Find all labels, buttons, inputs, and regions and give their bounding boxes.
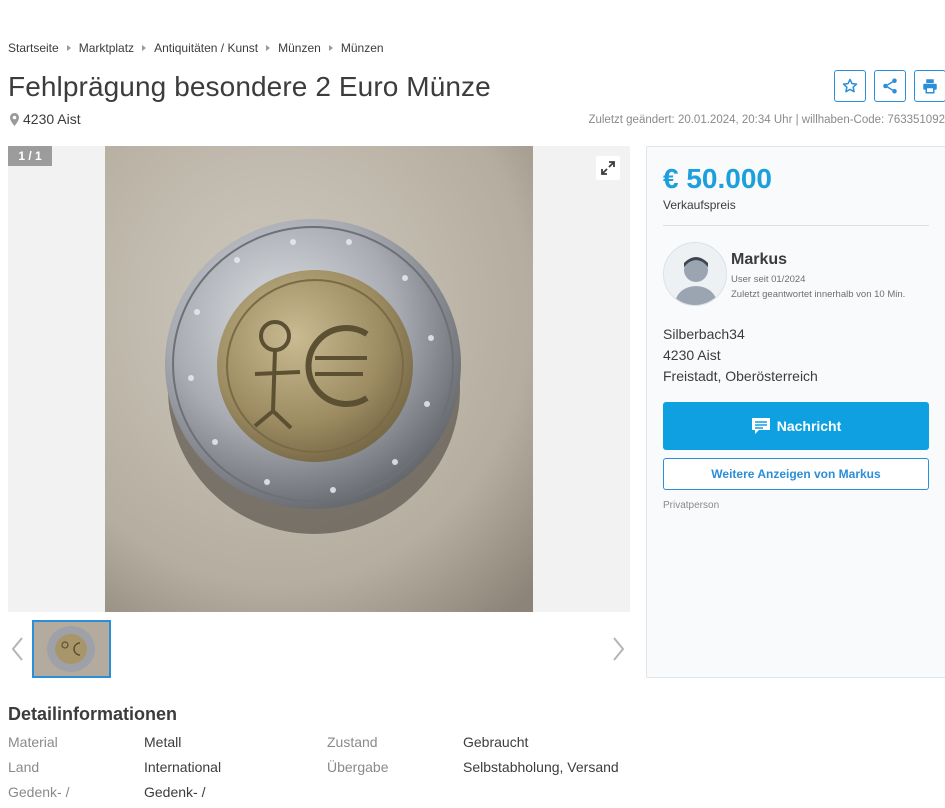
seller-name[interactable]: Markus bbox=[731, 251, 787, 269]
star-icon bbox=[842, 78, 858, 93]
chevron-right-icon bbox=[613, 637, 625, 661]
breadcrumb-startseite[interactable]: Startseite bbox=[8, 41, 59, 55]
address-city: 4230 Aist bbox=[663, 347, 721, 363]
detail-row: Material Metall Zustand Gebraucht bbox=[8, 734, 648, 756]
location: 4230 Aist bbox=[10, 111, 81, 127]
details-heading: Detailinformationen bbox=[8, 704, 178, 724]
divider bbox=[663, 225, 929, 226]
address-street: Silberbach34 bbox=[663, 326, 745, 342]
detail-key: Gedenk- / bbox=[8, 784, 70, 800]
print-button[interactable] bbox=[914, 70, 945, 102]
breadcrumb-separator-icon bbox=[142, 45, 147, 51]
coin-thumbnail bbox=[34, 622, 109, 676]
ad-actions bbox=[834, 70, 945, 102]
detail-value: Metall bbox=[144, 734, 182, 750]
seller-sidebar: € 50.000 Verkaufspreis Markus User seit … bbox=[646, 146, 945, 678]
coin-photo bbox=[105, 146, 533, 612]
thumbnail-strip bbox=[8, 620, 630, 678]
address-region: Freistadt, Oberösterreich bbox=[663, 368, 818, 384]
detail-value: Gebraucht bbox=[463, 734, 529, 750]
printer-icon bbox=[923, 79, 937, 94]
favorite-button[interactable] bbox=[834, 70, 866, 102]
seller-type: Privatperson bbox=[663, 500, 720, 511]
breadcrumb-marktplatz[interactable]: Marktplatz bbox=[79, 41, 134, 55]
chevron-left-icon bbox=[11, 637, 23, 661]
message-button[interactable]: Nachricht bbox=[663, 402, 929, 450]
share-button[interactable] bbox=[874, 70, 906, 102]
detail-key: Übergabe bbox=[327, 759, 389, 775]
product-photo[interactable] bbox=[105, 146, 533, 612]
image-gallery: 1 / 1 bbox=[8, 146, 630, 612]
ad-meta: Zuletzt geändert: 20.01.2024, 20:34 Uhr … bbox=[588, 114, 945, 126]
breadcrumb-separator-icon bbox=[328, 45, 333, 51]
location-text: 4230 Aist bbox=[23, 111, 81, 127]
expand-icon bbox=[601, 161, 615, 175]
detail-value: International bbox=[144, 759, 222, 775]
breadcrumb-separator-icon bbox=[66, 45, 71, 51]
detail-row: Gedenk- / Gedenk- / bbox=[8, 784, 648, 806]
chat-icon bbox=[751, 418, 770, 434]
seller-since: User seit 01/2024 bbox=[731, 274, 806, 285]
map-pin-icon bbox=[10, 112, 19, 126]
detail-value: Selbstabholung, Versand bbox=[463, 759, 619, 775]
message-button-label: Nachricht bbox=[776, 418, 842, 434]
more-ads-button[interactable]: Weitere Anzeigen von Markus bbox=[663, 458, 929, 490]
share-icon bbox=[883, 78, 897, 94]
expand-button[interactable] bbox=[596, 156, 620, 180]
breadcrumb-muenzen-sub[interactable]: Münzen bbox=[341, 41, 384, 55]
breadcrumb-muenzen[interactable]: Münzen bbox=[278, 41, 321, 55]
seller-response-time: Zuletzt geantwortet innerhalb von 10 Min… bbox=[731, 289, 906, 300]
image-counter: 1 / 1 bbox=[8, 146, 52, 166]
seller-address: Silberbach34 4230 Aist Freistadt, Oberös… bbox=[663, 324, 818, 387]
breadcrumb-antiquitaeten[interactable]: Antiquitäten / Kunst bbox=[154, 41, 258, 55]
next-image-button[interactable] bbox=[608, 634, 628, 664]
breadcrumb: Startseite Marktplatz Antiquitäten / Kun… bbox=[8, 41, 384, 55]
detail-value: Gedenk- / bbox=[144, 784, 206, 800]
detail-key: Material bbox=[8, 734, 58, 750]
page-title: Fehlprägung besondere 2 Euro Münze bbox=[8, 71, 491, 102]
user-avatar-icon bbox=[664, 243, 726, 305]
detail-key: Zustand bbox=[327, 734, 378, 750]
previous-image-button[interactable] bbox=[8, 634, 28, 664]
thumbnail-image[interactable] bbox=[32, 620, 111, 678]
detail-row: Land International Übergabe Selbstabholu… bbox=[8, 759, 648, 781]
price-label: Verkaufspreis bbox=[663, 198, 736, 212]
breadcrumb-separator-icon bbox=[266, 45, 271, 51]
price: € 50.000 bbox=[663, 163, 772, 194]
detail-key: Land bbox=[8, 759, 40, 775]
avatar[interactable] bbox=[663, 242, 727, 306]
